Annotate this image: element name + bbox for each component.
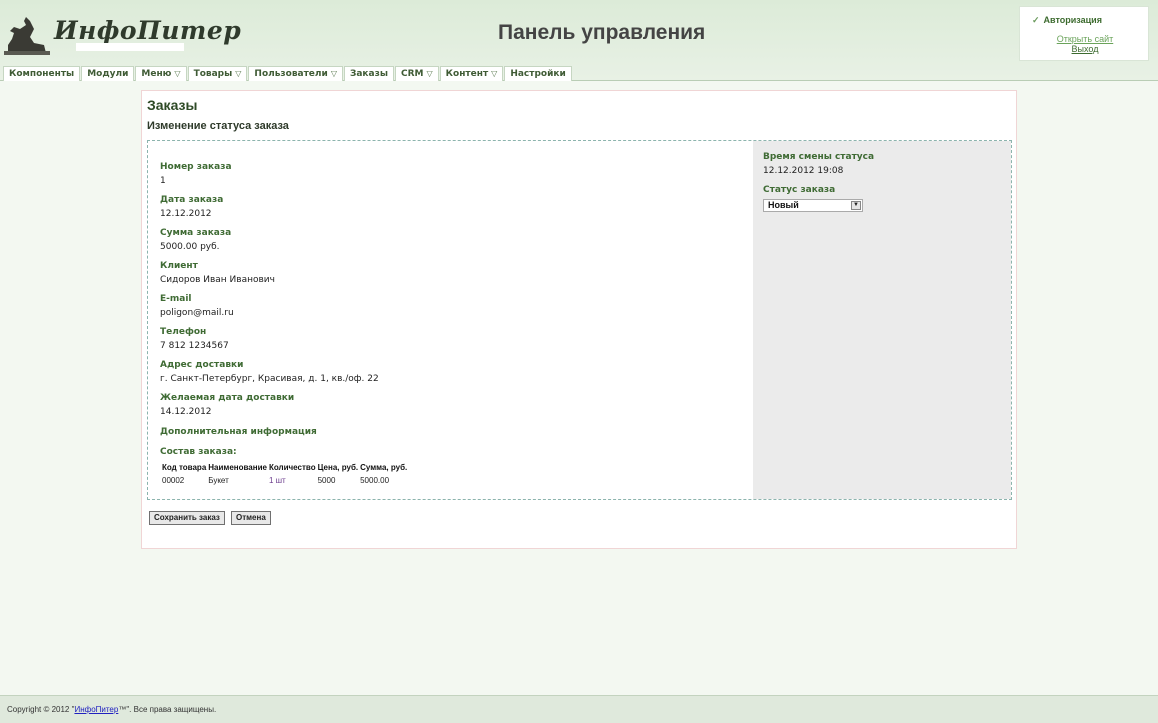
menu-item-0[interactable]: Компоненты bbox=[3, 66, 81, 81]
menu-item-label: Настройки bbox=[510, 69, 566, 79]
logo[interactable]: ИнфоПитер bbox=[4, 13, 241, 55]
status-column: Время смены статуса 12.12.2012 19:08 Ста… bbox=[753, 141, 1011, 499]
logo-text: ИнфоПитер bbox=[54, 16, 242, 45]
address-value: г. Санкт-Петербург, Красивая, д. 1, кв./… bbox=[160, 374, 379, 384]
order-date-value: 12.12.2012 bbox=[160, 209, 212, 219]
menu-item-label: CRM bbox=[401, 69, 424, 79]
order-number-value: 1 bbox=[160, 176, 166, 186]
status-time-label: Время смены статуса bbox=[763, 152, 875, 162]
table-header-cell: Сумма, руб. bbox=[360, 462, 408, 472]
dropdown-arrow-icon: ▽ bbox=[491, 69, 498, 78]
copyright-link[interactable]: ИнфоПитер bbox=[74, 705, 118, 714]
order-date-label: Дата заказа bbox=[160, 195, 224, 205]
order-form: Номер заказа 1 Дата заказа 12.12.2012 Су… bbox=[147, 140, 1012, 500]
email-value: poligon@mail.ru bbox=[160, 308, 234, 318]
table-header-cell: Количество bbox=[268, 462, 316, 472]
table-header-row: Код товара Наименование Количество Цена, ру… bbox=[161, 461, 408, 473]
phone-value: 7 812 1234567 bbox=[160, 341, 229, 351]
main-menu: Компоненты Модули Меню ▽ Товары ▽ Пользователи… bbox=[3, 66, 573, 81]
dropdown-arrow-icon: ▽ bbox=[426, 69, 433, 78]
footer: Copyright © 2012 "ИнфоПитер™". Все права… bbox=[0, 695, 1158, 723]
check-icon: ✓ bbox=[1032, 15, 1040, 25]
desired-date-label: Желаемая дата доставки bbox=[160, 393, 295, 403]
dropdown-arrow-icon: ▽ bbox=[235, 69, 242, 78]
order-status-label: Статус заказа bbox=[763, 185, 836, 195]
table-header-cell: Наименование bbox=[208, 462, 267, 472]
menu-item-7[interactable]: Контент ▽ bbox=[439, 66, 504, 81]
logo-underline bbox=[76, 43, 184, 51]
auth-title-label: Авторизация bbox=[1043, 15, 1102, 25]
copyright-suffix: ™". Все права защищены. bbox=[118, 705, 217, 714]
table-cell: 5000 bbox=[317, 476, 336, 485]
menu-item-label: Компоненты bbox=[9, 69, 75, 79]
auth-title: ✓ Авторизация bbox=[1032, 15, 1102, 26]
menu-item-4[interactable]: Пользователи ▽ bbox=[248, 66, 343, 81]
chevron-down-icon[interactable]: ▼ bbox=[851, 201, 861, 210]
table-header-cell: Код товара bbox=[162, 462, 207, 472]
table-cell: Букет bbox=[208, 476, 229, 485]
order-status-select[interactable]: Новый ▼ bbox=[763, 199, 863, 212]
menu-item-2[interactable]: Меню ▽ bbox=[135, 66, 187, 81]
desired-date-value: 14.12.2012 bbox=[160, 407, 212, 417]
cancel-button[interactable]: Отмена bbox=[231, 511, 271, 525]
email-label: E-mail bbox=[160, 294, 192, 304]
menu-item-label: Меню bbox=[141, 69, 172, 79]
content-panel: Заказы Изменение статуса заказа Номер за… bbox=[141, 90, 1017, 549]
horseman-logo-icon bbox=[4, 17, 50, 55]
phone-label: Телефон bbox=[160, 327, 207, 337]
auth-box: ✓ Авторизация Открыть сайт Выход bbox=[1019, 6, 1149, 61]
status-time-value: 12.12.2012 19:08 bbox=[763, 166, 844, 176]
dropdown-arrow-icon: ▽ bbox=[330, 69, 337, 78]
page-heading: Панель управления bbox=[498, 21, 706, 44]
order-status-selected: Новый bbox=[768, 200, 799, 210]
logout-link[interactable]: Выход bbox=[1020, 44, 1150, 54]
order-sum-label: Сумма заказа bbox=[160, 228, 232, 238]
copyright-text: Copyright © 2012 "ИнфоПитер™". Все права… bbox=[7, 705, 216, 714]
menu-item-3[interactable]: Товары ▽ bbox=[187, 66, 248, 81]
menu-item-label: Контент bbox=[445, 69, 489, 79]
client-value: Сидоров Иван Иванович bbox=[160, 275, 275, 285]
table-header-cell: Цена, руб. bbox=[317, 462, 359, 472]
client-label: Клиент bbox=[160, 261, 198, 271]
open-site-link[interactable]: Открыть сайт bbox=[1020, 34, 1150, 44]
dropdown-arrow-icon: ▽ bbox=[174, 69, 181, 78]
composition-label: Состав заказа: bbox=[160, 447, 237, 457]
table-cell: 00002 bbox=[162, 476, 185, 485]
menu-item-label: Пользователи bbox=[254, 69, 328, 79]
address-label: Адрес доставки bbox=[160, 360, 244, 370]
order-items-table: Код товара Наименование Количество Цена, ру… bbox=[161, 461, 408, 488]
menu-item-6[interactable]: CRM ▽ bbox=[395, 66, 439, 81]
table-row: 00002 Букет 1 шт 5000 5000.00 bbox=[161, 473, 408, 488]
menu-item-label: Модули bbox=[87, 69, 129, 79]
save-order-button[interactable]: Сохранить заказ bbox=[149, 511, 225, 525]
menu-item-label: Заказы bbox=[349, 69, 388, 79]
menu-item-5[interactable]: Заказы bbox=[343, 66, 394, 81]
panel-subtitle: Изменение статуса заказа bbox=[147, 120, 289, 132]
table-cell: 5000.00 bbox=[360, 476, 390, 485]
header: ИнфоПитер Панель управления ✓ Авторизация… bbox=[0, 0, 1158, 81]
order-sum-value: 5000.00 руб. bbox=[160, 242, 220, 252]
menu-item-8[interactable]: Настройки bbox=[504, 66, 572, 81]
extra-info-label: Дополнительная информация bbox=[160, 427, 317, 437]
panel-title: Заказы bbox=[147, 97, 198, 113]
copyright-prefix: Copyright © 2012 " bbox=[7, 705, 75, 714]
menu-item-1[interactable]: Модули bbox=[81, 66, 135, 81]
order-number-label: Номер заказа bbox=[160, 162, 232, 172]
table-cell: 1 шт bbox=[268, 476, 286, 485]
menu-item-label: Товары bbox=[193, 69, 233, 79]
